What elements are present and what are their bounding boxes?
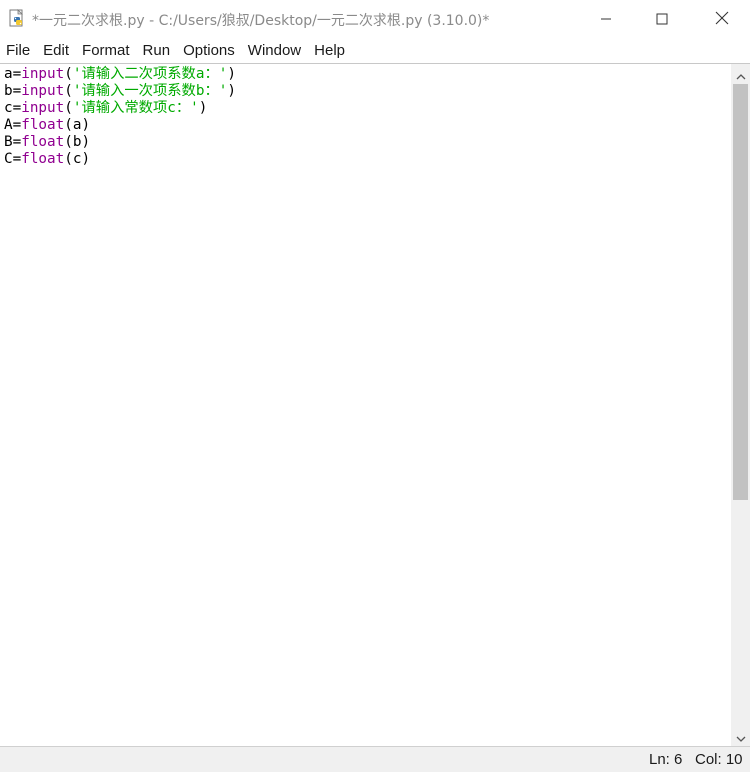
menu-help[interactable]: Help <box>314 42 345 59</box>
code-paren: ) <box>227 83 236 99</box>
close-button[interactable] <box>694 0 750 38</box>
code-line-4[interactable]: A=float(a) <box>4 117 90 134</box>
code-args: (c) <box>64 151 91 167</box>
python-idle-icon <box>7 9 27 29</box>
maximize-button[interactable] <box>634 0 690 38</box>
idle-editor-window: *一元二次求根.py - C:/Users/狼叔/Desktop/一元二次求根.… <box>0 0 750 772</box>
menu-bar: File Edit Format Run Options Window Help <box>0 38 750 63</box>
code-keyword: float <box>21 117 65 133</box>
code-var: a= <box>4 66 22 82</box>
window-title: *一元二次求根.py - C:/Users/狼叔/Desktop/一元二次求根.… <box>32 13 490 29</box>
code-string: '请输入常数项c：' <box>72 100 199 116</box>
minimize-icon <box>600 10 612 29</box>
code-paren: ( <box>64 100 73 116</box>
code-editor[interactable]: a=input('请输入二次项系数a：') b=input('请输入一次项系数b… <box>0 64 731 746</box>
code-keyword: input <box>21 100 65 116</box>
close-icon <box>715 10 729 29</box>
menu-options[interactable]: Options <box>183 42 235 59</box>
code-var: C= <box>4 151 22 167</box>
menu-window[interactable]: Window <box>248 42 301 59</box>
code-string: '请输入一次项系数b：' <box>72 83 228 99</box>
code-var: B= <box>4 134 22 150</box>
menu-format[interactable]: Format <box>82 42 130 59</box>
code-var: b= <box>4 83 22 99</box>
code-line-2[interactable]: b=input('请输入一次项系数b：') <box>4 83 236 100</box>
menu-edit[interactable]: Edit <box>43 42 69 59</box>
code-keyword: input <box>21 83 65 99</box>
code-keyword: float <box>21 151 65 167</box>
menu-run[interactable]: Run <box>143 42 171 59</box>
code-line-5[interactable]: B=float(b) <box>4 134 90 151</box>
code-paren: ( <box>64 83 73 99</box>
vertical-scrollbar[interactable] <box>731 64 750 746</box>
status-bar: Ln: 6 Col: 10 <box>0 746 750 772</box>
code-keyword: input <box>21 66 65 82</box>
code-paren: ( <box>64 66 73 82</box>
code-line-6[interactable]: C=float(c) <box>4 151 90 168</box>
maximize-icon <box>656 10 668 29</box>
code-args: (b) <box>64 134 91 150</box>
code-line-1[interactable]: a=input('请输入二次项系数a：') <box>4 66 236 83</box>
code-var: A= <box>4 117 22 133</box>
status-line-number: Ln: 6 <box>649 751 683 768</box>
code-var: c= <box>4 100 22 116</box>
code-paren: ) <box>227 66 236 82</box>
minimize-button[interactable] <box>578 0 634 38</box>
status-column-number: Col: 10 <box>695 751 743 768</box>
scroll-up-button[interactable] <box>731 66 750 84</box>
scroll-thumb[interactable] <box>733 84 748 500</box>
scroll-up-arrow-icon <box>736 66 746 85</box>
code-args: (a) <box>64 117 91 133</box>
scroll-down-arrow-icon <box>736 728 746 747</box>
code-paren: ) <box>198 100 208 116</box>
code-keyword: float <box>21 134 65 150</box>
scroll-down-button[interactable] <box>731 728 750 746</box>
code-string: '请输入二次项系数a：' <box>72 66 228 82</box>
title-bar[interactable]: *一元二次求根.py - C:/Users/狼叔/Desktop/一元二次求根.… <box>0 0 750 38</box>
code-line-3[interactable]: c=input('请输入常数项c：') <box>4 100 207 117</box>
menu-file[interactable]: File <box>6 42 30 59</box>
